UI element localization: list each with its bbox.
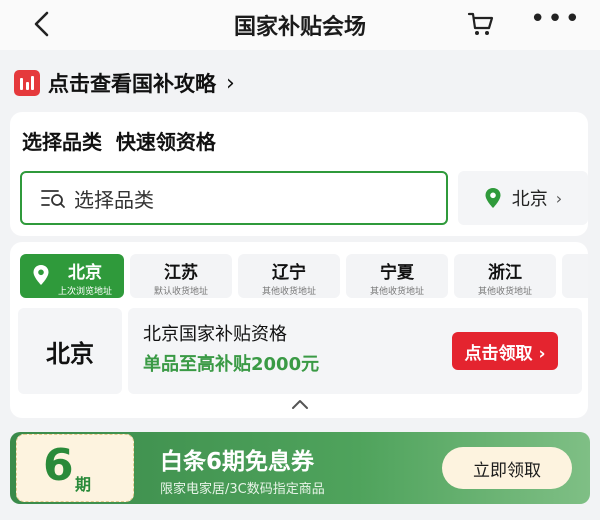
region-tabs: 北京 上次浏览地址 江苏 默认收货地址 辽宁 其他收货地址 宁夏 其他收货地址 … bbox=[20, 254, 588, 298]
location-text: 北京 bbox=[511, 189, 548, 210]
tab-region-ningxia[interactable]: 宁夏 其他收货地址 bbox=[346, 254, 448, 298]
category-placeholder: 选择品类 bbox=[74, 187, 154, 212]
coupon-subtitle: 限家电家居/3C数码指定商品 bbox=[160, 482, 325, 497]
subsidy-subtitle: 单品至高补贴2000元 bbox=[143, 354, 320, 375]
tab-name: 江苏 bbox=[164, 263, 198, 283]
cart-icon[interactable] bbox=[466, 10, 496, 38]
tab-sub: 默认收货地址 bbox=[153, 287, 208, 297]
category-card: 选择品类 快速领资格 选择品类 北京 › bbox=[10, 112, 588, 236]
coupon-title: 白条6期免息券 bbox=[160, 449, 315, 475]
tab-sub: 其他收货地址 bbox=[477, 287, 532, 297]
tab-region-liaoning[interactable]: 辽宁 其他收货地址 bbox=[238, 254, 340, 298]
subsidy-info: 北京国家补贴资格 单品至高补贴2000元 点击领取 › bbox=[128, 308, 582, 394]
chevron-right-icon: › bbox=[226, 70, 235, 96]
tab-sub: 其他收货地址 bbox=[369, 287, 424, 297]
location-selector[interactable]: 北京 › bbox=[458, 171, 588, 225]
tab-region-more[interactable] bbox=[562, 254, 588, 298]
tab-name: 辽宁 bbox=[272, 263, 306, 283]
tab-region-jiangsu[interactable]: 江苏 默认收货地址 bbox=[130, 254, 232, 298]
tab-region-zhejiang[interactable]: 浙江 其他收货地址 bbox=[454, 254, 556, 298]
more-icon[interactable]: ••• bbox=[530, 6, 580, 34]
chevron-up-icon[interactable] bbox=[290, 398, 310, 410]
coupon-banner[interactable]: 6 期 白条6期免息券 限家电家居/3C数码指定商品 立即领取 bbox=[10, 432, 590, 504]
region-subsidy-card: 北京 上次浏览地址 江苏 默认收货地址 辽宁 其他收货地址 宁夏 其他收货地址 … bbox=[10, 242, 588, 418]
coupon-period-unit: 期 bbox=[75, 475, 92, 494]
category-title: 选择品类 快速领资格 bbox=[22, 130, 216, 154]
coupon-period-number: 6 bbox=[43, 440, 74, 491]
top-nav-bar: 国家补贴会场 ••• bbox=[0, 0, 600, 50]
page-title: 国家补贴会场 bbox=[233, 15, 366, 40]
bar-chart-icon bbox=[14, 70, 40, 96]
tab-sub: 其他收货地址 bbox=[261, 287, 316, 297]
subsidy-guide-link[interactable]: 点击查看国补攻略 › bbox=[14, 68, 235, 98]
claim-subsidy-button[interactable]: 点击领取 › bbox=[452, 332, 558, 370]
coupon-ticket: 6 期 bbox=[16, 434, 134, 502]
chevron-right-icon: › bbox=[555, 188, 563, 208]
location-pin-icon bbox=[33, 265, 49, 285]
tab-region-beijing[interactable]: 北京 上次浏览地址 bbox=[20, 254, 124, 298]
tab-name: 宁夏 bbox=[380, 263, 414, 283]
category-select-input[interactable]: 选择品类 bbox=[20, 171, 448, 225]
claim-coupon-button[interactable]: 立即领取 bbox=[442, 447, 572, 489]
guide-text: 点击查看国补攻略 bbox=[48, 72, 216, 96]
location-pin-icon bbox=[485, 188, 501, 208]
tab-name: 浙江 bbox=[488, 263, 522, 283]
subsidy-city: 北京 bbox=[18, 308, 122, 394]
subsidy-title: 北京国家补贴资格 bbox=[143, 324, 287, 345]
list-search-icon bbox=[41, 190, 65, 208]
